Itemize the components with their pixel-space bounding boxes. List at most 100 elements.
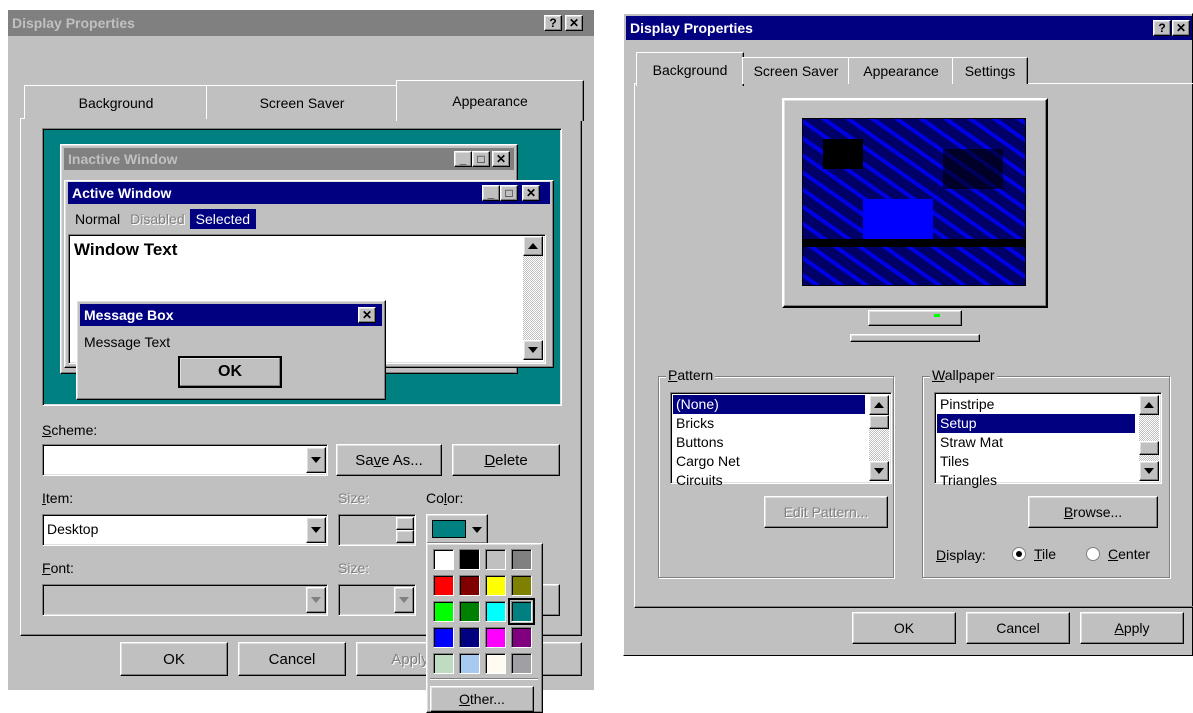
color-swatch[interactable] (433, 601, 454, 622)
right-cancel-button[interactable]: Cancel (966, 612, 1070, 644)
list-item[interactable]: Setup (937, 414, 1135, 433)
pattern-scroll-up[interactable] (869, 395, 889, 415)
tab-background[interactable]: Background (24, 85, 208, 119)
close-button[interactable]: ✕ (565, 15, 583, 31)
pattern-list: (None) Bricks Buttons Cargo Net Circuits (672, 394, 866, 490)
list-item[interactable]: Triangles (937, 471, 1135, 490)
message-box-ok-button[interactable]: OK (178, 356, 282, 388)
scheme-dropdown-arrow[interactable] (306, 447, 326, 473)
list-item[interactable]: Circuits (673, 471, 865, 490)
size-spin-down[interactable] (396, 530, 414, 543)
tab-screen-saver[interactable]: Screen Saver (206, 85, 398, 119)
item-dropdown[interactable]: Desktop (42, 514, 328, 546)
color-swatch[interactable] (433, 575, 454, 596)
color-swatch[interactable] (485, 627, 506, 648)
list-item[interactable]: Buttons (673, 433, 865, 452)
menu-normal[interactable]: Normal (70, 211, 125, 227)
list-item[interactable]: Tiles (937, 452, 1135, 471)
color-swatch[interactable] (511, 627, 532, 648)
tab-appearance[interactable]: Appearance (396, 80, 584, 121)
color-swatch[interactable] (485, 549, 506, 570)
left-cancel-button[interactable]: Cancel (238, 642, 346, 676)
size-spin-up[interactable] (396, 517, 414, 530)
scroll-down-button[interactable] (523, 340, 543, 360)
right-ok-label: OK (893, 620, 915, 636)
color-swatch[interactable] (511, 653, 532, 674)
pattern-scroll-thumb[interactable] (869, 415, 889, 429)
color-swatch[interactable] (508, 598, 535, 625)
edit-pattern-button[interactable]: Edit Pattern... (764, 496, 888, 528)
right-tab-screen-saver[interactable]: Screen Saver (742, 57, 850, 84)
color-swatch[interactable] (433, 549, 454, 570)
wallpaper-scroll-thumb[interactable] (1139, 441, 1159, 455)
delete-button[interactable]: Delete (452, 444, 560, 476)
chevron-down-icon (399, 597, 409, 603)
list-item[interactable]: Bricks (673, 414, 865, 433)
right-apply-button[interactable]: Apply (1080, 612, 1184, 644)
menu-disabled[interactable]: Disabled (125, 211, 189, 227)
color-swatch[interactable] (459, 627, 480, 648)
font-size-dropdown-arrow[interactable] (394, 587, 414, 613)
scroll-up-button[interactable] (523, 236, 543, 256)
color-swatch[interactable] (485, 601, 506, 622)
active-maximize-icon: □ (500, 185, 518, 201)
right-tab-settings[interactable]: Settings (952, 57, 1028, 84)
active-minimize-icon: _ (482, 185, 500, 201)
message-box-titlebar: Message Box (80, 304, 382, 326)
list-item[interactable]: Straw Mat (937, 433, 1135, 452)
message-text: Message Text (84, 334, 171, 350)
color-swatch[interactable] (459, 575, 480, 596)
right-tab-appearance[interactable]: Appearance (848, 57, 954, 84)
right-close-button[interactable]: ✕ (1172, 20, 1190, 36)
center-radio[interactable]: Center (1086, 546, 1150, 562)
color-swatch[interactable] (459, 653, 480, 674)
wallpaper-scroll-down[interactable] (1139, 461, 1159, 481)
right-tab-settings-label: Settings (964, 63, 1016, 79)
left-ok-button[interactable]: OK (120, 642, 228, 676)
color-preview-swatch (432, 520, 466, 538)
color-swatch[interactable] (511, 575, 532, 596)
right-help-button[interactable]: ? (1153, 20, 1171, 36)
color-swatch[interactable] (433, 653, 454, 674)
save-as-button[interactable]: Save As... (336, 444, 442, 476)
color-swatch[interactable] (459, 549, 480, 570)
list-item[interactable]: (None) (672, 394, 866, 415)
menu-selected[interactable]: Selected (189, 209, 257, 229)
help-button[interactable]: ? (544, 15, 562, 31)
chevron-down-icon (311, 527, 321, 533)
pattern-scroll-down[interactable] (869, 461, 889, 481)
wallpaper-preview-image (802, 118, 1026, 286)
close-icon: ✕ (568, 16, 580, 30)
left-title-text: Display Properties (12, 15, 135, 31)
color-swatch[interactable] (485, 575, 506, 596)
list-item[interactable]: Pinstripe (937, 395, 1135, 414)
item-dropdown-arrow[interactable] (306, 517, 326, 543)
list-item[interactable]: Cargo Net (673, 452, 865, 471)
chevron-down-icon (311, 597, 321, 603)
help-icon: ? (549, 16, 557, 30)
active-menu-bar: Normal Disabled Selected (70, 208, 257, 230)
font-dropdown-arrow[interactable] (306, 587, 326, 613)
tile-radio[interactable]: Tile (1012, 546, 1056, 562)
font-dropdown[interactable] (42, 584, 328, 616)
right-ok-button[interactable]: OK (852, 612, 956, 644)
inactive-window-titlebar: Inactive Window (64, 148, 514, 170)
wallpaper-scroll-up[interactable] (1139, 395, 1159, 415)
other-color-button[interactable]: Other... (430, 686, 534, 712)
active-window-titlebar: Active Window (68, 182, 550, 204)
color-swatch[interactable] (485, 653, 506, 674)
power-led (934, 314, 940, 317)
active-close-icon: ✕ (522, 185, 540, 201)
item-label: Item: (42, 490, 74, 506)
browse-button[interactable]: Browse... (1028, 496, 1158, 528)
right-tab-background[interactable]: Background (636, 52, 744, 86)
tab-background-label: Background (78, 94, 154, 111)
tab-appearance-label: Appearance (452, 93, 528, 109)
font-size-label: Size: (338, 560, 370, 576)
scheme-dropdown[interactable] (42, 444, 328, 476)
color-swatch[interactable] (511, 549, 532, 570)
color-swatch[interactable] (459, 601, 480, 622)
save-as-label: Save As... (355, 451, 423, 469)
inactive-minimize-icon: _ (454, 151, 472, 167)
color-swatch[interactable] (433, 627, 454, 648)
